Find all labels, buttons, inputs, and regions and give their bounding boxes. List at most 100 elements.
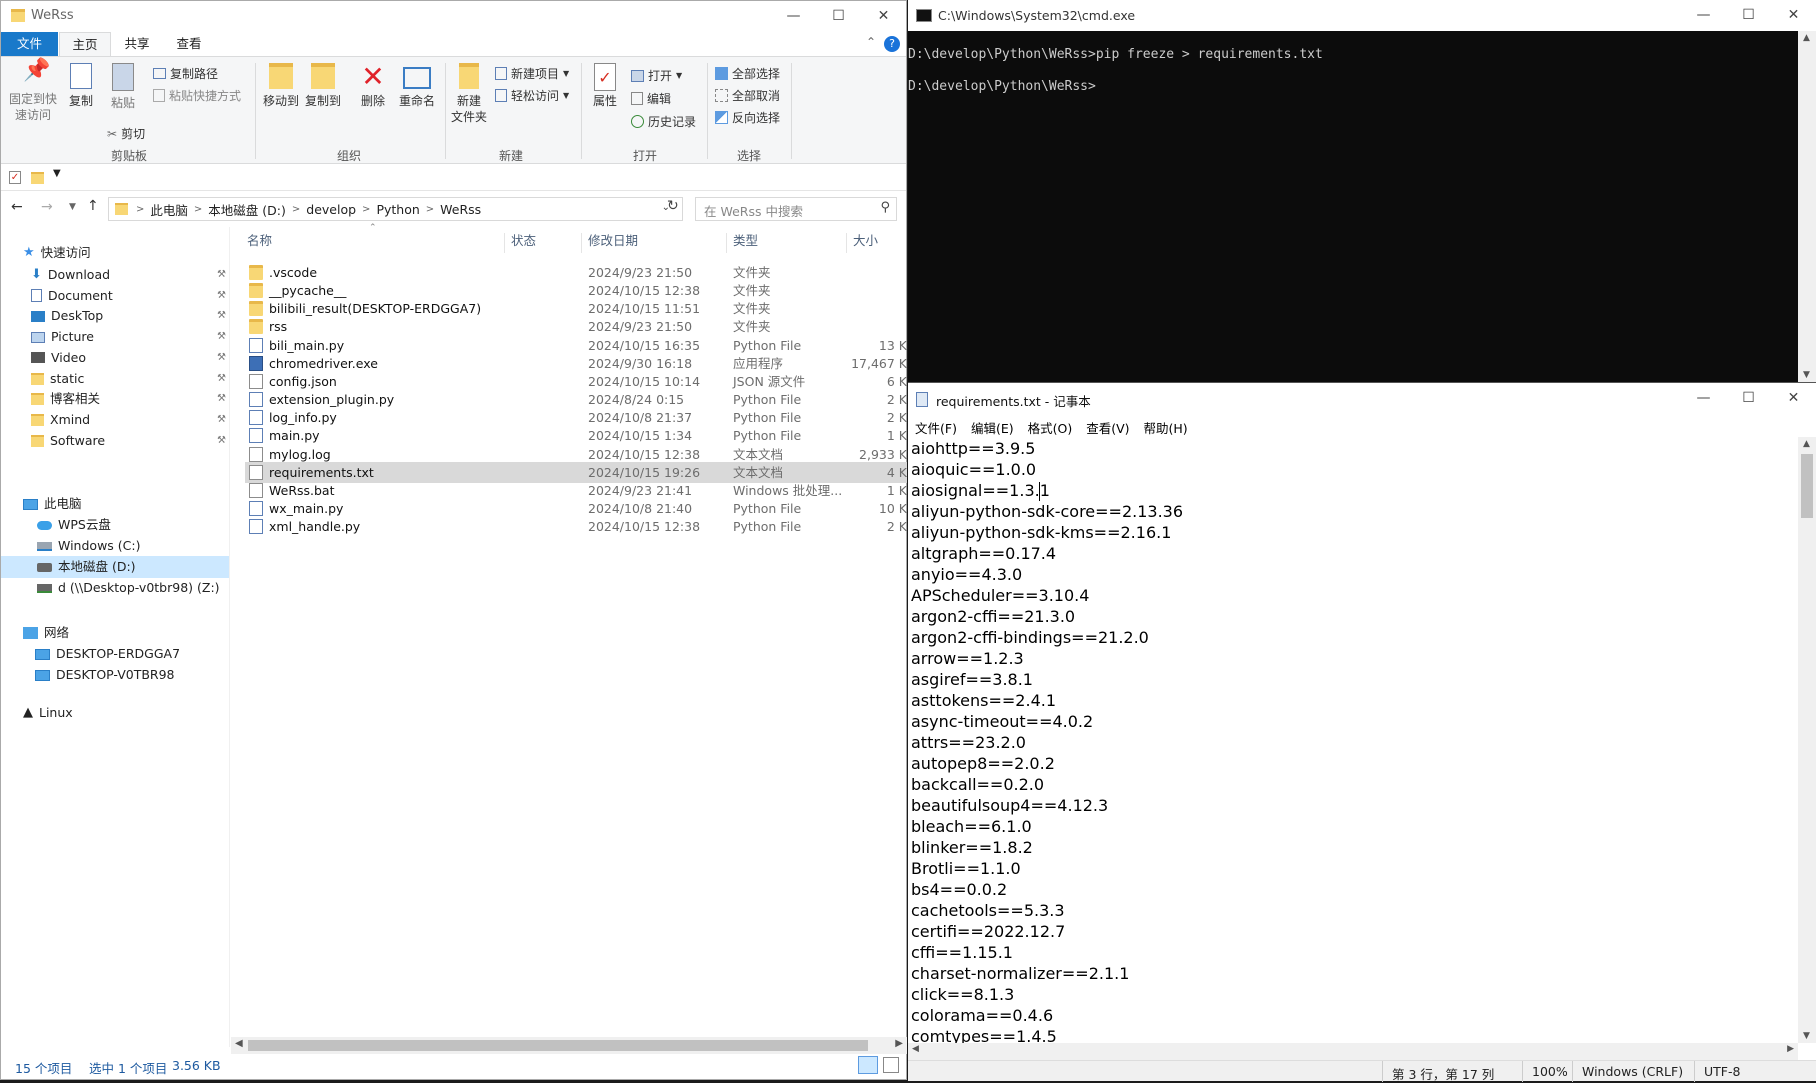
maximize-button[interactable]: ☐: [1726, 383, 1771, 413]
copy-button[interactable]: 复制: [63, 63, 99, 109]
nav-this-pc[interactable]: 此电脑: [23, 493, 82, 515]
cmd-vertical-scrollbar[interactable]: ▲ ▼: [1798, 31, 1816, 382]
column-separator[interactable]: [581, 233, 582, 253]
properties-check-icon[interactable]: ✓: [9, 171, 21, 184]
scroll-down-icon[interactable]: ▼: [1803, 1031, 1810, 1041]
rename-button[interactable]: 重命名: [395, 63, 439, 109]
pin-icon[interactable]: ⚒: [217, 430, 226, 452]
notepad-horizontal-scrollbar[interactable]: ◀ ▶: [908, 1043, 1798, 1060]
maximize-button[interactable]: ☐: [816, 1, 861, 31]
close-button[interactable]: ✕: [1771, 383, 1816, 413]
minimize-button[interactable]: —: [1681, 383, 1726, 413]
scroll-down-icon[interactable]: ▼: [1803, 370, 1810, 380]
pin-icon[interactable]: ⚒: [217, 305, 226, 327]
tab-file[interactable]: 文件: [1, 32, 58, 56]
details-view-icon[interactable]: [858, 1056, 878, 1074]
column-header-type[interactable]: 类型: [733, 229, 758, 253]
address-bar[interactable]: > 此电脑 > 本地磁盘 (D:) > develop > Python > W…: [108, 197, 683, 221]
edit-button[interactable]: 编辑: [631, 90, 671, 107]
nav-quick-access[interactable]: ★ 快速访问: [23, 242, 91, 264]
column-separator[interactable]: [504, 233, 505, 253]
nav-drive-item[interactable]: 本地磁盘 (D:): [1, 556, 229, 578]
nav-pinned-item[interactable]: Picture ⚒: [31, 326, 229, 348]
pin-icon[interactable]: ⚒: [217, 409, 226, 431]
invert-selection-button[interactable]: 反向选择: [715, 109, 780, 126]
nav-pinned-item[interactable]: ⬇ Download ⚒: [31, 264, 229, 286]
file-row[interactable]: xml_handle.py 2024/10/15 12:38 Python File…: [245, 516, 907, 537]
select-none-button[interactable]: 全部取消: [715, 87, 780, 104]
nav-drive-item[interactable]: d (\\Desktop-v0tbr98) (Z:): [1, 577, 229, 599]
column-separator[interactable]: [726, 233, 727, 253]
pin-icon[interactable]: ⚒: [217, 285, 226, 307]
text-editor[interactable]: aiohttp==3.9.5 aioquic==1.0.0 aiosignal==1…: [908, 437, 1798, 1043]
menu-file[interactable]: 文件(F): [908, 415, 964, 437]
column-header-name[interactable]: 名称: [247, 229, 272, 253]
tab-view[interactable]: 查看: [166, 32, 212, 56]
breadcrumb-this-pc[interactable]: 此电脑: [150, 200, 188, 219]
up-arrow-icon[interactable]: ↑: [87, 198, 99, 214]
customize-toolbar-icon[interactable]: ▼: [53, 168, 61, 179]
nav-pinned-item[interactable]: DeskTop ⚒: [31, 305, 229, 327]
folder-icon[interactable]: [31, 172, 44, 184]
console-output[interactable]: D:\develop\Python\WeRss>pip freeze > req…: [908, 31, 1798, 382]
paste-button[interactable]: 粘贴: [105, 63, 141, 111]
scroll-right-icon[interactable]: ▶: [1787, 1044, 1794, 1054]
breadcrumb-werss[interactable]: WeRss: [440, 202, 481, 217]
breadcrumb-drive-d[interactable]: 本地磁盘 (D:): [208, 200, 286, 219]
scrollbar-thumb[interactable]: [1801, 454, 1813, 518]
maximize-button[interactable]: ☐: [1726, 0, 1771, 30]
copy-path-button[interactable]: 复制路径: [153, 65, 218, 82]
nav-drive-item[interactable]: Windows (C:): [1, 535, 229, 557]
nav-pinned-item[interactable]: Xmind ⚒: [31, 409, 229, 431]
nav-linux[interactable]: ▲ Linux: [23, 702, 73, 724]
open-button[interactable]: 打开 ▼: [631, 67, 682, 84]
scroll-left-icon[interactable]: ◀: [235, 1038, 243, 1049]
nav-pinned-item[interactable]: Video ⚒: [31, 347, 229, 369]
collapse-ribbon-icon[interactable]: ⌃: [866, 35, 876, 49]
select-all-button[interactable]: 全部选择: [715, 65, 780, 82]
nav-pinned-item[interactable]: static ⚒: [31, 368, 229, 390]
breadcrumb-develop[interactable]: develop: [306, 202, 356, 217]
menu-edit[interactable]: 编辑(E): [964, 415, 1021, 437]
breadcrumb-python[interactable]: Python: [376, 202, 419, 217]
menu-help[interactable]: 帮助(H): [1137, 415, 1195, 437]
tab-home[interactable]: 主页: [59, 32, 111, 57]
minimize-button[interactable]: —: [1681, 0, 1726, 30]
cut-button[interactable]: ✂ 剪切: [107, 125, 145, 142]
paste-shortcut-button[interactable]: 粘贴快捷方式: [153, 87, 241, 104]
large-icons-view-icon[interactable]: [883, 1057, 899, 1073]
easy-access-button[interactable]: 轻松访问 ▼: [495, 87, 569, 104]
column-header-modified[interactable]: 修改日期: [588, 229, 638, 253]
pin-icon[interactable]: ⚒: [217, 326, 226, 348]
nav-network-computer[interactable]: DESKTOP-ERDGGA7: [35, 643, 180, 665]
tab-share[interactable]: 共享: [114, 32, 160, 56]
move-to-button[interactable]: 移动到: [261, 63, 301, 109]
column-separator[interactable]: [846, 233, 847, 253]
scroll-up-icon[interactable]: ▲: [1803, 33, 1810, 43]
pin-quick-access-button[interactable]: 📌 固定到快 速访问: [7, 60, 59, 123]
recent-locations-icon[interactable]: ▼: [69, 202, 76, 212]
help-icon[interactable]: ?: [884, 36, 900, 52]
notepad-vertical-scrollbar[interactable]: ▲ ▼: [1798, 437, 1816, 1043]
nav-pinned-item[interactable]: Document ⚒: [31, 285, 229, 307]
properties-button[interactable]: ✓ 属性: [587, 63, 623, 109]
nav-pinned-item[interactable]: 博客相关 ⚒: [31, 388, 229, 410]
scrollbar-thumb[interactable]: [248, 1040, 868, 1051]
refresh-icon[interactable]: ↻: [667, 198, 679, 214]
pin-icon[interactable]: ⚒: [217, 388, 226, 410]
delete-button[interactable]: ✕ 删除: [355, 63, 391, 109]
close-button[interactable]: ✕: [1771, 0, 1816, 30]
menu-view[interactable]: 查看(V): [1079, 415, 1136, 437]
column-header-size[interactable]: 大小: [853, 229, 878, 253]
history-button[interactable]: 历史记录: [631, 113, 696, 130]
forward-arrow-icon[interactable]: →: [41, 199, 53, 215]
new-folder-button[interactable]: 新建 文件夹: [449, 63, 489, 125]
scroll-up-icon[interactable]: ▲: [1803, 439, 1810, 449]
menu-format[interactable]: 格式(O): [1021, 415, 1080, 437]
copy-to-button[interactable]: 复制到: [303, 63, 343, 109]
horizontal-scrollbar[interactable]: ◀ ▶: [231, 1037, 907, 1054]
search-input[interactable]: 在 WeRss 中搜索 ⚲: [695, 197, 897, 221]
column-header-status[interactable]: 状态: [511, 229, 536, 253]
scroll-right-icon[interactable]: ▶: [895, 1038, 903, 1049]
pin-icon[interactable]: ⚒: [217, 368, 226, 390]
